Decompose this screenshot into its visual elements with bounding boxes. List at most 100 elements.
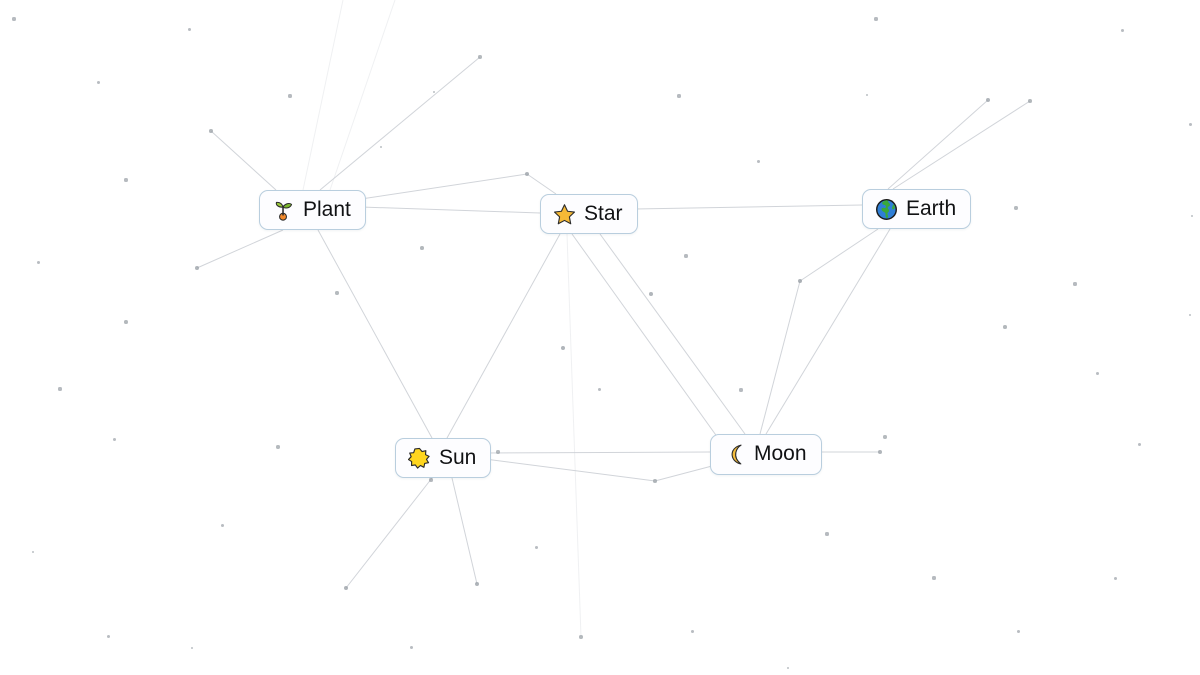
graph-node-label: Plant <box>303 197 351 221</box>
graph-edge <box>654 465 713 482</box>
graph-edge <box>317 229 433 439</box>
graph-node-label: Sun <box>439 445 477 469</box>
crescent-moon-icon <box>723 443 746 466</box>
background-star <box>597 387 601 391</box>
background-star <box>124 320 128 324</box>
graph-node-earth[interactable]: Earth <box>862 189 972 229</box>
background-star <box>124 178 128 182</box>
background-star <box>874 17 878 21</box>
graph-edge <box>302 0 344 191</box>
background-star-layer <box>0 0 1200 675</box>
background-star <box>677 94 681 98</box>
background-star <box>12 17 16 21</box>
background-star <box>190 646 194 650</box>
graph-edge <box>759 280 801 435</box>
background-star <box>195 266 199 270</box>
background-star <box>379 145 383 149</box>
seedling-icon <box>272 199 295 222</box>
background-star <box>825 532 829 536</box>
background-star <box>112 437 116 441</box>
background-star <box>335 291 339 295</box>
background-star <box>276 445 280 449</box>
background-star <box>106 634 110 638</box>
edge-layer <box>196 0 1031 638</box>
background-star <box>432 90 436 94</box>
background-star <box>31 550 35 554</box>
background-star <box>478 55 482 59</box>
graph-edge <box>210 130 277 191</box>
background-star <box>187 27 191 31</box>
graph-edge <box>446 233 561 439</box>
graph-edge <box>329 0 396 191</box>
background-star <box>209 129 213 133</box>
graph-edge <box>360 206 541 214</box>
background-star <box>344 586 348 590</box>
graph-node-label: Moon <box>754 442 807 466</box>
graph-edge <box>360 173 528 200</box>
graph-node-star[interactable]: Star <box>540 194 638 234</box>
graph-node-plant[interactable]: Plant <box>259 190 366 230</box>
graph-edge <box>571 233 729 453</box>
background-star <box>220 523 224 527</box>
background-star <box>96 80 100 84</box>
graph-edge <box>484 451 711 454</box>
graph-edge <box>632 204 863 210</box>
graph-edge <box>799 228 879 282</box>
graph-edge <box>196 229 284 269</box>
background-star <box>739 388 743 392</box>
background-star <box>409 645 413 649</box>
background-star <box>525 172 529 176</box>
background-star <box>58 387 62 391</box>
background-star <box>475 582 479 586</box>
background-star <box>1190 214 1194 218</box>
background-star <box>1113 576 1117 580</box>
background-star <box>1188 122 1192 126</box>
background-star <box>429 478 433 482</box>
background-star <box>579 635 583 639</box>
graph-node-label: Star <box>584 201 623 225</box>
background-star <box>986 98 990 102</box>
graph-node-sun[interactable]: Sun <box>395 438 492 478</box>
background-star <box>797 278 803 284</box>
background-star <box>420 246 424 250</box>
graph-edge <box>345 477 433 589</box>
star-icon <box>553 203 576 226</box>
background-star <box>883 435 887 439</box>
graph-canvas[interactable]: Plant Star Earth Sun Moon <box>0 0 1200 675</box>
background-star <box>534 545 538 549</box>
background-star <box>932 576 936 580</box>
background-star <box>36 260 40 264</box>
background-star <box>1095 371 1099 375</box>
graph-edge <box>451 477 478 585</box>
background-star <box>1188 313 1192 317</box>
background-star <box>756 159 760 163</box>
graph-edge <box>887 99 989 190</box>
graph-edge <box>484 458 656 482</box>
globe-americas-icon <box>875 198 898 221</box>
background-star <box>561 346 565 350</box>
background-star <box>649 292 653 296</box>
background-star <box>786 666 790 670</box>
graph-edge <box>765 228 891 435</box>
graph-node-label: Earth <box>906 196 957 220</box>
background-star <box>865 93 869 97</box>
background-star <box>1028 99 1032 103</box>
background-star <box>690 629 694 633</box>
background-star <box>496 450 500 454</box>
graph-edge <box>319 56 481 191</box>
background-star <box>1137 442 1141 446</box>
background-star <box>1120 28 1124 32</box>
background-star <box>684 254 688 258</box>
background-star <box>653 479 657 483</box>
background-star <box>878 450 882 454</box>
background-star <box>1016 629 1020 633</box>
graph-node-moon[interactable]: Moon <box>710 434 822 475</box>
background-star <box>1073 282 1077 286</box>
background-star <box>1014 206 1018 210</box>
graph-edge <box>599 233 746 435</box>
sun-icon <box>408 447 431 470</box>
background-star <box>1003 325 1007 329</box>
graph-edge <box>566 233 582 638</box>
graph-edge <box>526 173 557 195</box>
background-star <box>288 94 292 98</box>
